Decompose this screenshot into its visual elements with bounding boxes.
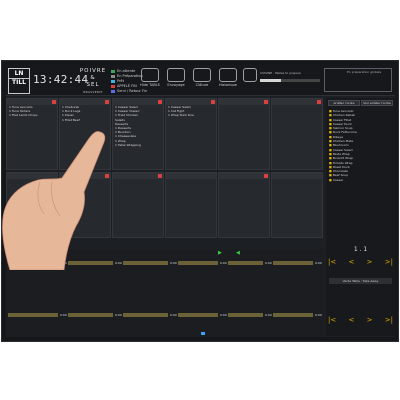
legend-swatch	[111, 90, 115, 93]
status-icon	[105, 174, 109, 178]
ticket-header	[166, 99, 216, 105]
timeline-segment	[123, 261, 168, 265]
ticket-header	[272, 173, 322, 179]
status-icon	[264, 100, 268, 104]
last-page-button[interactable]: >|	[385, 316, 393, 324]
history-icon	[219, 68, 237, 82]
progress-fill	[260, 79, 281, 82]
list-item[interactable]: ■ Caesar	[329, 178, 357, 182]
status-led-icon	[201, 332, 205, 335]
order-ticket[interactable]	[218, 172, 270, 238]
list-icon	[193, 68, 211, 82]
order-ticket[interactable]	[218, 98, 270, 170]
ticket-header	[113, 173, 163, 179]
status-icon	[317, 100, 321, 104]
order-ticket[interactable]	[112, 172, 164, 238]
timeline-segment	[123, 313, 168, 317]
legend-swatch	[111, 70, 115, 73]
pager-controls-bottom: |< < > >|	[328, 316, 393, 324]
ticket-header	[7, 99, 57, 105]
legend-swatch	[111, 80, 115, 83]
summary-box: En préparation globale	[324, 68, 392, 92]
status-icon	[211, 100, 215, 104]
order-ticket[interactable]	[6, 172, 58, 238]
status-icon	[158, 174, 162, 178]
first-page-button[interactable]: |<	[328, 316, 336, 324]
bullet-icon: ■	[329, 177, 332, 182]
back-icon[interactable]: ◀	[236, 250, 240, 256]
take-away-row[interactable]: 0:00 0:00 0:00 0:00 0:00 0:00	[8, 261, 322, 265]
historique-button[interactable]: Historique	[216, 68, 240, 87]
stop-order-button[interactable]: Arrêter l'ordre	[328, 100, 360, 106]
play-icon[interactable]: ▶	[218, 250, 222, 256]
ticket-header	[60, 99, 110, 105]
order-ticket[interactable]	[271, 172, 323, 238]
restaurant-name: POIVRE & SEL BRASSERIE	[79, 68, 107, 94]
status-icon	[52, 100, 56, 104]
view-stop-order-button[interactable]: Voir arrêter l'ordre	[361, 100, 393, 106]
legend-swatch	[111, 85, 115, 88]
ticket-header	[113, 99, 163, 105]
app-logo: LN TILL	[8, 68, 30, 94]
status-icon	[158, 100, 162, 104]
order-ticket[interactable]: 1 Tuna Avocado 1 Tuna Tartare 1 Filet La…	[6, 98, 58, 170]
order-ticket[interactable]: 1 Caesar Salad 1 Cat Fight 1 Wrap Stick …	[165, 98, 217, 170]
legend-swatch	[111, 75, 115, 78]
timeline-segment	[178, 261, 218, 265]
next-page-button[interactable]: >	[367, 258, 373, 266]
kitchen-display-screen: LN TILL 13:42:44 POIVRE & SEL BRASSERIE …	[6, 65, 395, 337]
page-indicator: 1 . 1	[353, 246, 368, 253]
prev-page-button[interactable]: <	[348, 258, 354, 266]
envoyage-button[interactable]: Envoyage	[164, 68, 188, 87]
ticket-header	[166, 173, 216, 179]
status-icon	[105, 100, 109, 104]
cloture-button[interactable]: Clôture	[190, 68, 214, 87]
progress-bar	[260, 79, 320, 82]
order-ticket[interactable]: 1 Caesar Salad 1 Caesar Classic 1 Fried …	[112, 98, 164, 170]
item-list: ■ Tuna Avocado ■ Chicken Kebab ■ Caesar …	[329, 109, 357, 182]
dish-icon	[167, 68, 185, 82]
top-header: LN TILL 13:42:44 POIVRE & SEL BRASSERIE …	[6, 65, 395, 96]
ticket-header	[7, 173, 57, 179]
pager-controls: |< < > >|	[328, 258, 393, 266]
last-page-button[interactable]: >|	[385, 258, 393, 266]
timeline-segment	[68, 313, 113, 317]
timeline-segment	[273, 261, 313, 265]
timeline-segment	[8, 313, 58, 317]
order-ticket[interactable]	[165, 172, 217, 238]
sale-table-bar: Vente Table : Take Away	[329, 278, 392, 284]
take-away-title: Take Away	[8, 249, 40, 256]
status-icon	[264, 174, 268, 178]
next-page-button[interactable]: >	[367, 316, 373, 324]
prev-page-button[interactable]: <	[348, 316, 354, 324]
order-grid: 1 Tuna Avocado 1 Tuna Tartare 1 Filet La…	[6, 98, 324, 238]
monitor-frame: LN TILL 13:42:44 POIVRE & SEL BRASSERIE …	[1, 60, 399, 342]
take-away-row[interactable]: 0:00 0:00 0:00 0:00 0:00 0:00	[8, 313, 322, 317]
first-page-button[interactable]: |<	[328, 258, 336, 266]
ticket-header	[219, 99, 269, 105]
timeline-segment	[228, 313, 263, 317]
cloche-icon	[243, 68, 257, 82]
timeline-segment	[273, 313, 313, 317]
timeline-segment	[8, 261, 58, 265]
ticket-header	[219, 173, 269, 179]
order-ticket[interactable]	[59, 172, 111, 238]
timeline-segment	[178, 313, 218, 317]
order-ticket[interactable]: 1 Cheburek 1 Duck Legs 1 Kissel 1 Fillet…	[59, 98, 111, 170]
hide-table-button[interactable]: Hide TABLE	[138, 68, 162, 87]
timeline-segment	[228, 261, 263, 265]
ticket-header	[60, 173, 110, 179]
table-icon	[141, 68, 159, 82]
ticket-header	[272, 99, 322, 105]
take-away-section: Take Away ▶ ◀ 0:00 0:00 0:00 0:00 0:00 0…	[6, 249, 324, 337]
timeline-segment	[68, 261, 113, 265]
right-panel: Arrêter l'ordre Voir arrêter l'ordre ■ T…	[326, 98, 395, 336]
order-ticket[interactable]	[271, 98, 323, 170]
progress-caption: CUISINE · Tables to prepare	[260, 71, 301, 75]
gestion-plats-button[interactable]	[242, 68, 258, 83]
